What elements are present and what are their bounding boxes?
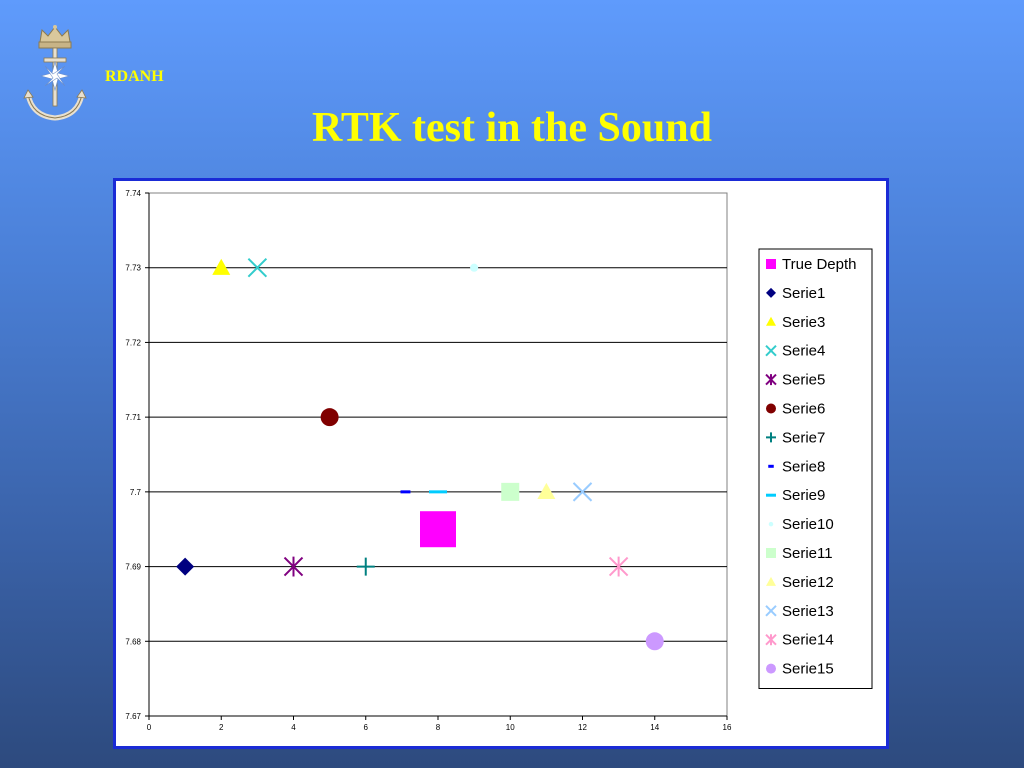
data-point-serie9 xyxy=(429,490,447,494)
plot-area xyxy=(148,192,728,717)
legend-label: True Depth xyxy=(782,256,856,273)
legend-label: Serie9 xyxy=(782,487,825,504)
legend-label: Serie7 xyxy=(782,429,825,446)
legend-label: Serie12 xyxy=(782,574,834,591)
y-tick-label: 7.72 xyxy=(125,338,141,347)
legend-marker xyxy=(766,548,776,558)
y-tick-label: 7.7 xyxy=(130,488,142,497)
x-tick-label: 4 xyxy=(291,723,296,732)
x-tick-label: 12 xyxy=(578,723,587,732)
legend-marker xyxy=(768,521,774,527)
data-point-serie15 xyxy=(645,632,664,651)
data-point-serie10 xyxy=(470,263,479,272)
x-tick-label: 14 xyxy=(650,723,659,732)
x-tick-label: 2 xyxy=(219,723,224,732)
legend-label: Serie5 xyxy=(782,372,825,389)
y-tick-label: 7.74 xyxy=(125,189,141,198)
legend-marker xyxy=(766,403,776,414)
legend-marker xyxy=(768,464,774,468)
legend-label: Serie6 xyxy=(782,401,825,418)
legend-marker xyxy=(766,493,776,497)
x-tick-label: 6 xyxy=(364,723,369,732)
x-tick-label: 8 xyxy=(436,723,441,732)
data-point-true-depth xyxy=(420,511,456,548)
x-tick-label: 10 xyxy=(506,723,515,732)
y-tick-label: 7.71 xyxy=(125,413,141,422)
slide-title: RTK test in the Sound xyxy=(312,105,712,151)
legend-label: Serie1 xyxy=(782,285,825,302)
data-point-serie8 xyxy=(400,490,411,494)
legend-label: Serie14 xyxy=(782,632,834,649)
legend-label: Serie11 xyxy=(782,545,833,562)
y-tick-label: 7.68 xyxy=(125,637,141,646)
legend-label: Serie8 xyxy=(782,458,825,475)
legend-marker xyxy=(766,259,776,269)
y-tick-label: 7.73 xyxy=(125,264,141,273)
scatter-chart: 7.67 7.68 7.69 7.7 7.71 7.72 7.73 7.74 0 2 4 6 8 10 12… xyxy=(125,189,873,732)
legend-label: Serie10 xyxy=(782,516,834,533)
data-point-serie11 xyxy=(501,482,520,501)
legend-label: Serie3 xyxy=(782,314,825,331)
y-tick-label: 7.69 xyxy=(125,563,141,572)
legend-marker xyxy=(766,663,776,674)
y-tick-label: 7.67 xyxy=(125,712,141,721)
chart-frame: 7.67 7.68 7.69 7.7 7.71 7.72 7.73 7.74 0 2 4 6 8 10 12… xyxy=(113,178,889,749)
legend-label: Serie4 xyxy=(782,343,825,360)
organization-label: RDANH xyxy=(105,68,164,85)
x-tick-label: 0 xyxy=(147,723,152,732)
data-point-serie6 xyxy=(320,408,339,427)
legend-label: Serie13 xyxy=(782,603,834,620)
x-tick-label: 16 xyxy=(723,723,732,732)
legend-label: Serie15 xyxy=(782,661,834,678)
